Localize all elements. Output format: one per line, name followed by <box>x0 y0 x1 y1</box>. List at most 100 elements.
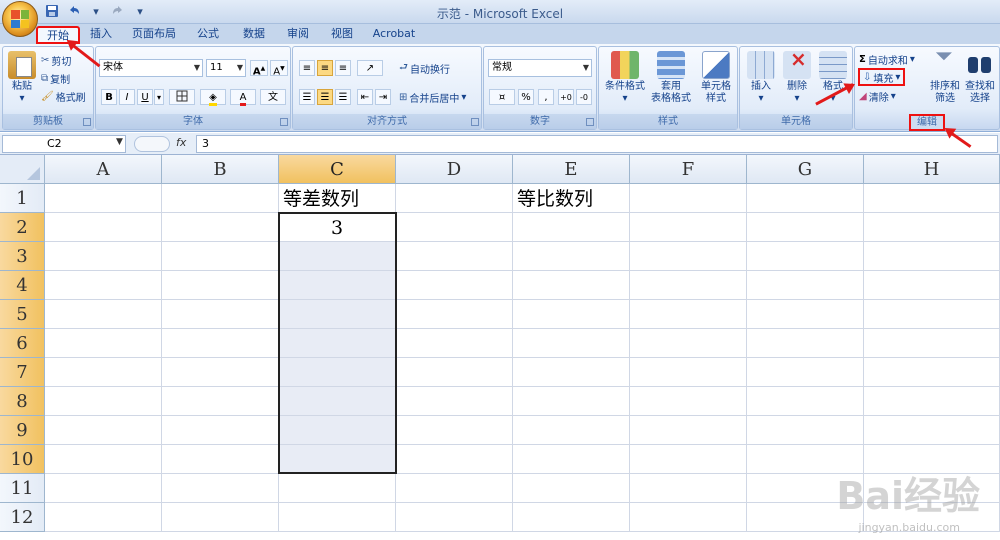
cell-c12[interactable] <box>279 503 396 532</box>
cell-e3[interactable] <box>513 242 630 271</box>
tab-view[interactable]: 视图 <box>324 26 360 44</box>
currency-button[interactable]: ¤ <box>489 89 515 105</box>
delete-cells-button[interactable]: × 删除 ▾ <box>780 49 814 105</box>
cell-a4[interactable] <box>45 271 162 300</box>
cell-g1[interactable] <box>747 184 864 213</box>
office-button[interactable] <box>2 1 38 37</box>
row-header-7[interactable]: 7 <box>0 358 45 387</box>
cell-g5[interactable] <box>747 300 864 329</box>
row-header-11[interactable]: 11 <box>0 474 45 503</box>
cut-button[interactable]: ✂ 剪切 <box>41 52 71 68</box>
decrease-indent-button[interactable]: ⇤ <box>357 89 373 105</box>
cell-f10[interactable] <box>630 445 747 474</box>
cell-c6[interactable] <box>279 329 396 358</box>
align-left-button[interactable]: ☰ <box>299 89 315 105</box>
cell-h9[interactable] <box>864 416 1000 445</box>
name-box[interactable]: C2 <box>2 135 126 153</box>
increase-decimal-button[interactable]: +0 <box>558 89 574 105</box>
cell-c9[interactable] <box>279 416 396 445</box>
column-header-e[interactable]: E <box>513 155 630 184</box>
column-header-g[interactable]: G <box>747 155 864 184</box>
cell-b9[interactable] <box>162 416 279 445</box>
font-name-dropdown[interactable]: 宋体 ▼ <box>99 59 203 77</box>
chevron-down-icon[interactable]: ▼ <box>116 137 123 147</box>
chevron-down-icon[interactable]: ▾ <box>154 89 164 105</box>
clear-button[interactable]: ◢ 清除 ▾ <box>859 88 896 104</box>
cell-e2[interactable] <box>513 213 630 242</box>
cell-f12[interactable] <box>630 503 747 532</box>
cell-f9[interactable] <box>630 416 747 445</box>
tab-page-layout[interactable]: 页面布局 <box>128 26 180 44</box>
cell-f6[interactable] <box>630 329 747 358</box>
row-header-2[interactable]: 2 <box>0 213 45 242</box>
cell-e10[interactable] <box>513 445 630 474</box>
merge-center-button[interactable]: ⊞ 合并后居中 ▾ <box>399 89 466 105</box>
cell-h8[interactable] <box>864 387 1000 416</box>
cell-b3[interactable] <box>162 242 279 271</box>
cell-d4[interactable] <box>396 271 513 300</box>
cell-d6[interactable] <box>396 329 513 358</box>
formula-bar-resize-handle[interactable] <box>134 136 170 152</box>
cell-h1[interactable] <box>864 184 1000 213</box>
cell-g4[interactable] <box>747 271 864 300</box>
cell-f3[interactable] <box>630 242 747 271</box>
phonetic-button[interactable]: 文 <box>260 89 286 105</box>
fill-color-button[interactable]: ◈ <box>200 89 226 106</box>
cell-b8[interactable] <box>162 387 279 416</box>
cell-f1[interactable] <box>630 184 747 213</box>
cell-styles-button[interactable]: 单元格 样式 <box>695 51 737 105</box>
row-header-6[interactable]: 6 <box>0 329 45 358</box>
underline-button[interactable]: U <box>137 89 153 105</box>
cell-d12[interactable] <box>396 503 513 532</box>
select-all-corner[interactable] <box>0 155 45 184</box>
format-as-table-button[interactable]: 套用 表格格式 <box>647 51 695 105</box>
cell-e12[interactable] <box>513 503 630 532</box>
cell-c7[interactable] <box>279 358 396 387</box>
cell-b6[interactable] <box>162 329 279 358</box>
autosum-button[interactable]: Σ 自动求和 ▾ <box>859 51 915 67</box>
cell-d8[interactable] <box>396 387 513 416</box>
row-header-10[interactable]: 10 <box>0 445 45 474</box>
cell-d3[interactable] <box>396 242 513 271</box>
align-middle-button[interactable]: ≡ <box>317 60 333 76</box>
wrap-text-button[interactable]: ⮐ 自动换行 <box>399 60 450 76</box>
decrease-decimal-button[interactable]: -0 <box>576 89 592 105</box>
cell-h4[interactable] <box>864 271 1000 300</box>
cell-g6[interactable] <box>747 329 864 358</box>
comma-button[interactable]: , <box>538 89 554 105</box>
percent-button[interactable]: % <box>518 89 534 105</box>
tab-data[interactable]: 数据 <box>236 26 272 44</box>
cell-f2[interactable] <box>630 213 747 242</box>
cell-b5[interactable] <box>162 300 279 329</box>
dialog-launcher-icon[interactable] <box>83 118 91 126</box>
cell-d10[interactable] <box>396 445 513 474</box>
cell-b12[interactable] <box>162 503 279 532</box>
column-header-a[interactable]: A <box>45 155 162 184</box>
cell-b11[interactable] <box>162 474 279 503</box>
cell-b4[interactable] <box>162 271 279 300</box>
cell-f5[interactable] <box>630 300 747 329</box>
cell-d5[interactable] <box>396 300 513 329</box>
cell-h3[interactable] <box>864 242 1000 271</box>
cell-c10[interactable] <box>279 445 396 474</box>
cell-f4[interactable] <box>630 271 747 300</box>
fill-button[interactable]: ⇩ 填充 ▾ <box>858 68 906 86</box>
column-header-f[interactable]: F <box>630 155 747 184</box>
grow-font-button[interactable]: A▲ <box>250 60 268 77</box>
cell-d1[interactable] <box>396 184 513 213</box>
cell-a6[interactable] <box>45 329 162 358</box>
align-bottom-button[interactable]: ≡ <box>335 60 351 76</box>
column-header-c[interactable]: C <box>279 155 396 184</box>
cell-e8[interactable] <box>513 387 630 416</box>
sort-filter-button[interactable]: ⏷ 排序和 筛选 <box>927 46 963 105</box>
cell-c8[interactable] <box>279 387 396 416</box>
insert-function-icon[interactable]: fx <box>176 136 186 149</box>
tab-acrobat[interactable]: Acrobat <box>368 26 420 44</box>
orientation-button[interactable]: ↗ <box>357 60 383 76</box>
cell-a5[interactable] <box>45 300 162 329</box>
cell-e4[interactable] <box>513 271 630 300</box>
row-header-12[interactable]: 12 <box>0 503 45 532</box>
font-size-dropdown[interactable]: 11 ▼ <box>206 59 246 77</box>
cell-h5[interactable] <box>864 300 1000 329</box>
cell-a2[interactable] <box>45 213 162 242</box>
